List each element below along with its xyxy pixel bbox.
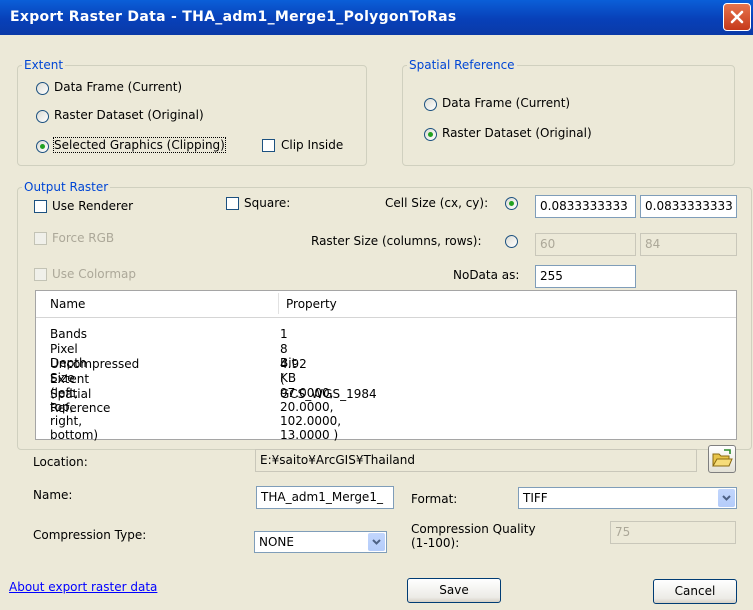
format-value: TIFF bbox=[523, 491, 548, 505]
spatial-reference-legend: Spatial Reference bbox=[409, 58, 515, 72]
export-raster-dialog: Export Raster Data - THA_adm1_Merge1_Pol… bbox=[0, 0, 753, 610]
extent-data-frame-radio[interactable] bbox=[36, 82, 49, 95]
name-label: Name: bbox=[33, 488, 73, 502]
row-value: ( 97.0000, 20.0000, 102.0000, 13.0000 ) bbox=[280, 372, 342, 442]
folder-open-icon bbox=[712, 449, 733, 467]
raster-size-label: Raster Size (columns, rows): bbox=[311, 234, 482, 248]
spatial-data-frame-radio[interactable] bbox=[424, 98, 437, 111]
properties-list-header: Name Property bbox=[36, 291, 736, 318]
format-select[interactable]: TIFF bbox=[518, 487, 737, 509]
spatial-raster-dataset-label: Raster Dataset (Original) bbox=[442, 126, 592, 140]
square-checkbox[interactable] bbox=[226, 197, 239, 210]
cell-size-x-input[interactable]: 0.0833333333 bbox=[535, 195, 636, 218]
compression-type-select[interactable]: NONE bbox=[254, 531, 387, 553]
extent-selected-graphics-label: Selected Graphics (Clipping) bbox=[53, 137, 226, 153]
extent-raster-dataset-label: Raster Dataset (Original) bbox=[54, 108, 204, 122]
square-label: Square: bbox=[244, 196, 291, 210]
use-renderer-checkbox[interactable] bbox=[34, 200, 47, 213]
window-title: Export Raster Data - THA_adm1_Merge1_Pol… bbox=[10, 9, 457, 25]
location-input[interactable]: E:¥saito¥ArcGIS¥Thailand bbox=[255, 449, 697, 472]
row-value: GCS_WGS_1984 bbox=[280, 387, 377, 401]
format-dropdown-button[interactable] bbox=[718, 489, 735, 507]
chevron-down-icon bbox=[372, 539, 381, 545]
clip-inside-label: Clip Inside bbox=[281, 138, 344, 152]
row-value: 1 bbox=[280, 327, 288, 341]
nodata-input[interactable]: 255 bbox=[535, 265, 636, 288]
use-colormap-label: Use Colormap bbox=[52, 267, 137, 281]
cancel-button[interactable]: Cancel bbox=[653, 579, 737, 604]
browse-location-button[interactable] bbox=[708, 445, 736, 473]
name-input[interactable]: THA_adm1_Merge1_ bbox=[256, 486, 394, 509]
compression-type-label: Compression Type: bbox=[33, 528, 147, 542]
force-rgb-label: Force RGB bbox=[52, 231, 115, 245]
spatial-data-frame-label: Data Frame (Current) bbox=[442, 96, 571, 110]
about-export-link[interactable]: About export raster data bbox=[9, 580, 157, 594]
extent-data-frame-label: Data Frame (Current) bbox=[54, 80, 183, 94]
column-header-property[interactable]: Property bbox=[286, 297, 337, 311]
use-renderer-label: Use Renderer bbox=[52, 199, 134, 213]
spatial-reference-group: Spatial Reference bbox=[402, 58, 735, 166]
raster-size-radio[interactable] bbox=[505, 235, 518, 248]
cell-size-y-input[interactable]: 0.0833333333 bbox=[640, 195, 737, 218]
column-divider[interactable] bbox=[278, 293, 279, 314]
raster-rows-input[interactable]: 84 bbox=[640, 233, 737, 256]
output-raster-legend: Output Raster bbox=[24, 180, 109, 194]
save-button[interactable]: Save bbox=[407, 578, 501, 603]
title-bar: Export Raster Data - THA_adm1_Merge1_Pol… bbox=[0, 0, 753, 35]
location-label: Location: bbox=[33, 455, 88, 469]
spatial-raster-dataset-radio[interactable] bbox=[424, 128, 437, 141]
compression-type-value: NONE bbox=[259, 535, 294, 549]
compression-quality-label: Compression Quality bbox=[411, 522, 536, 536]
force-rgb-checkbox[interactable] bbox=[34, 232, 47, 245]
chevron-down-icon bbox=[722, 495, 731, 501]
row-name: Spatial Reference bbox=[50, 387, 111, 415]
format-label: Format: bbox=[411, 492, 458, 506]
use-colormap-checkbox[interactable] bbox=[34, 268, 47, 281]
cell-size-radio[interactable] bbox=[505, 197, 518, 210]
extent-legend: Extent bbox=[24, 58, 64, 72]
compression-quality-range-label: (1-100): bbox=[411, 536, 460, 550]
raster-columns-input[interactable]: 60 bbox=[535, 233, 636, 256]
compression-quality-input[interactable]: 75 bbox=[610, 521, 736, 544]
extent-raster-dataset-radio[interactable] bbox=[36, 110, 49, 123]
compression-type-dropdown-button[interactable] bbox=[368, 533, 385, 551]
close-icon bbox=[730, 10, 744, 24]
column-header-name[interactable]: Name bbox=[50, 297, 85, 311]
row-name: Bands bbox=[50, 327, 88, 341]
nodata-label: NoData as: bbox=[453, 268, 520, 282]
cell-size-label: Cell Size (cx, cy): bbox=[385, 196, 489, 210]
extent-selected-graphics-radio[interactable] bbox=[36, 140, 49, 153]
properties-list[interactable]: Name Property Bands 1 Pixel Depth 8 Bit … bbox=[35, 290, 737, 442]
close-button[interactable] bbox=[723, 3, 751, 31]
clip-inside-checkbox[interactable] bbox=[262, 139, 275, 152]
